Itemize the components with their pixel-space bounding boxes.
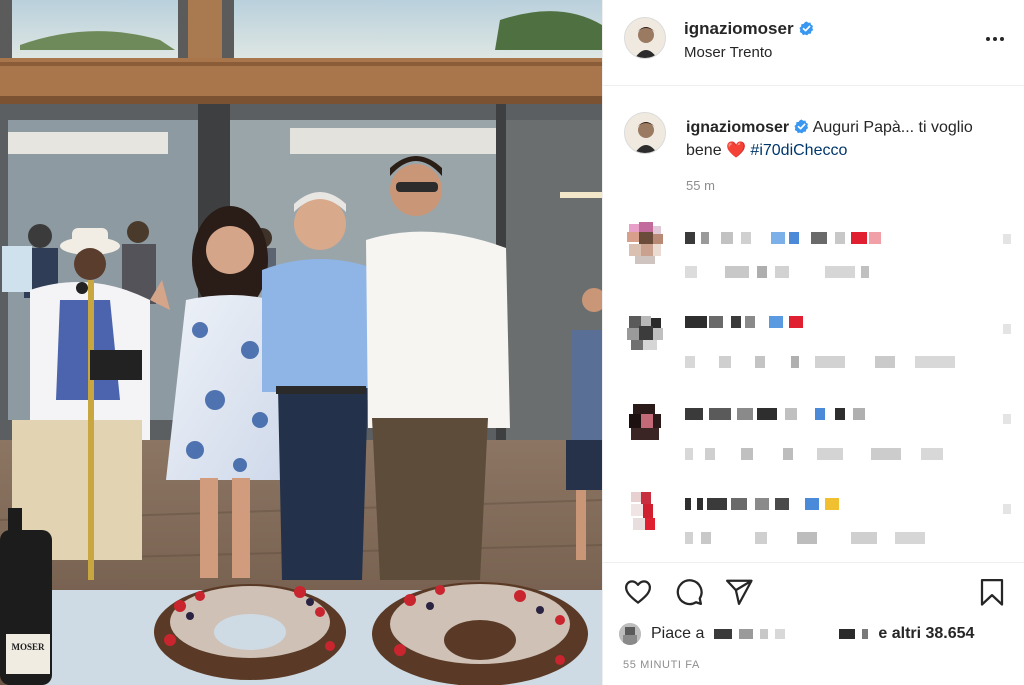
- pixelated-comment-line: [685, 532, 945, 546]
- post-actions: Piace a e altri 38.654 55 MINUTI FA: [603, 562, 1024, 685]
- pixelated-like-icon: [1003, 234, 1011, 244]
- pixelated-like-icon: [1003, 414, 1011, 424]
- caption-avatar[interactable]: [624, 112, 666, 154]
- pixelated-liker-name[interactable]: [712, 629, 870, 639]
- post-header: ignaziomoser Moser Trento: [603, 0, 1024, 86]
- heart-emoji: ❤️: [726, 142, 746, 159]
- pixelated-comment-line: [685, 232, 895, 246]
- paper-plane-icon[interactable]: [724, 577, 754, 607]
- avatar-illustration: [625, 18, 665, 58]
- profile-avatar[interactable]: [624, 17, 666, 59]
- post-location[interactable]: Moser Trento: [684, 44, 772, 61]
- pixelated-avatar: [627, 316, 663, 350]
- pixelated-comment-line: [685, 448, 955, 462]
- likes-count[interactable]: e altri 38.654: [878, 625, 974, 643]
- pixelated-avatar: [627, 222, 663, 264]
- liker-avatar[interactable]: [619, 623, 641, 645]
- bottle-label: MOSER: [11, 642, 45, 652]
- likes-summary[interactable]: Piace a e altri 38.654: [619, 621, 1019, 647]
- comment-item: [603, 488, 1024, 548]
- pixelated-comment-line: [685, 498, 875, 512]
- comment-item: [603, 398, 1024, 460]
- post-side-panel: ignaziomoser Moser Trento ignaziomoser A…: [602, 0, 1024, 685]
- verified-badge-icon: [799, 21, 813, 36]
- pixelated-comment-line: [685, 316, 825, 330]
- header-username[interactable]: ignaziomoser: [684, 19, 814, 39]
- hashtag-link[interactable]: #i70diChecco: [750, 142, 847, 159]
- likes-prefix: Piace a: [651, 625, 705, 642]
- liker-avatar-illustration: [619, 623, 641, 645]
- pixelated-comment-line: [685, 356, 965, 370]
- bookmark-icon[interactable]: [977, 577, 1007, 607]
- post-photo[interactable]: MOSER: [0, 0, 602, 685]
- header-username-text[interactable]: ignaziomoser: [684, 19, 794, 38]
- pixelated-comment-line: [685, 408, 935, 422]
- pixelated-like-icon: [1003, 324, 1011, 334]
- caption-age: 55 m: [686, 178, 715, 193]
- post-timestamp[interactable]: 55 MINUTI FA: [623, 659, 700, 671]
- pixelated-like-icon: [1003, 504, 1011, 514]
- pixelated-comment-line: [685, 266, 885, 280]
- comment-item: [603, 308, 1024, 368]
- more-options-icon[interactable]: [983, 27, 1007, 51]
- comment-item: [603, 218, 1024, 278]
- caption-text: ignaziomoser Auguri Papà... ti voglio be…: [686, 116, 1004, 162]
- comment-bubble-icon[interactable]: [674, 577, 704, 607]
- pixelated-avatar: [629, 404, 661, 440]
- caption-username[interactable]: ignaziomoser: [686, 119, 789, 136]
- verified-badge-icon: [794, 119, 809, 134]
- pixelated-avatar: [631, 492, 655, 530]
- avatar-illustration: [625, 113, 665, 153]
- party-photo-illustration: MOSER: [0, 0, 602, 685]
- heart-icon[interactable]: [623, 577, 653, 607]
